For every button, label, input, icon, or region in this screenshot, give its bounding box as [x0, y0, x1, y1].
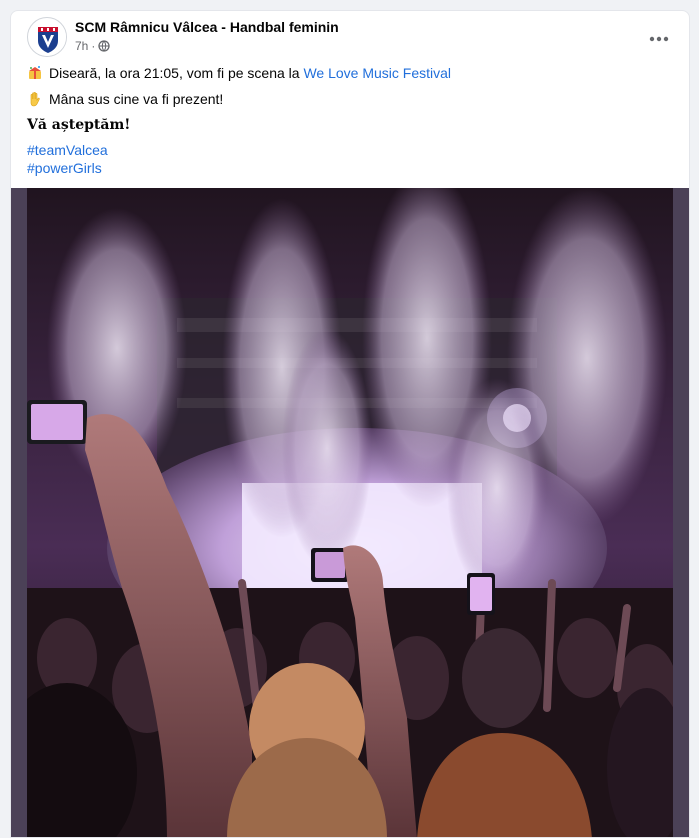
text-line-3-content: Vă așteptăm! [27, 117, 131, 133]
text-line-3: Vă așteptăm! [27, 115, 677, 135]
post-meta: 7h · [75, 39, 111, 53]
globe-icon[interactable] [98, 40, 111, 52]
text-line-1: Diseară, la ora 21:05, vom fi pe scena l… [27, 63, 677, 83]
hashtag-powergirls[interactable]: #powerGirls [27, 158, 102, 178]
hashtag-line-1: #teamValcea [27, 141, 677, 159]
concert-crowd-photo[interactable] [27, 188, 673, 837]
festival-link[interactable]: We Love Music Festival [303, 63, 451, 83]
hashtag-teamvalcea[interactable]: #teamValcea [27, 140, 108, 160]
ellipsis-icon [649, 36, 669, 42]
text-line-1-content: Diseară, la ora 21:05, vom fi pe scena l… [49, 65, 304, 81]
facebook-post: SCM Râmnicu Vâlcea - Handbal feminin 7h … [10, 10, 690, 838]
post-text: Diseară, la ora 21:05, vom fi pe scena l… [27, 63, 677, 177]
text-line-2-content: Mâna sus cine va fi prezent! [49, 91, 224, 107]
concert-photo-icon [27, 188, 673, 837]
club-logo-icon [29, 19, 66, 56]
page-avatar[interactable] [27, 17, 67, 57]
post-timestamp[interactable]: 7h [75, 39, 88, 53]
page-name-link[interactable]: SCM Râmnicu Vâlcea - Handbal feminin [75, 19, 339, 35]
confetti-emoji-icon [29, 66, 41, 79]
post-photo-frame [11, 188, 689, 837]
post-header: SCM Râmnicu Vâlcea - Handbal feminin 7h … [27, 17, 677, 57]
text-line-2: Mâna sus cine va fi prezent! [27, 89, 677, 109]
more-options-button[interactable] [647, 27, 671, 51]
raised-hand-emoji-icon [30, 91, 40, 107]
hashtag-line-2: #powerGirls [27, 159, 677, 177]
